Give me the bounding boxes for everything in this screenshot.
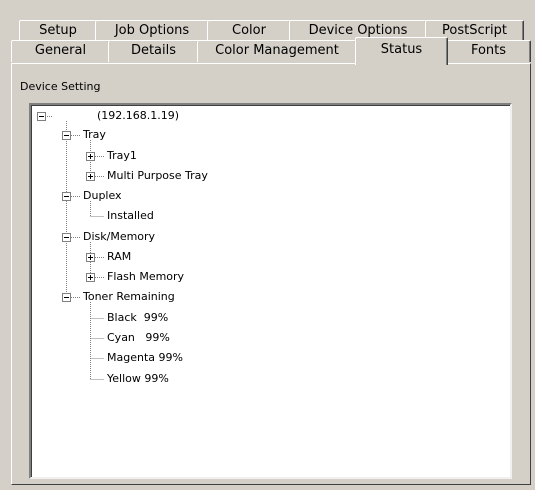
tree-node-toner-magenta[interactable]: Magenta 99% (107, 351, 183, 365)
tree-node-flash-memory[interactable]: Flash Memory (107, 270, 184, 284)
tree-node-tray[interactable]: Tray (83, 128, 106, 142)
minus-box-icon[interactable] (62, 192, 71, 201)
device-setting-label: Device Setting (20, 80, 101, 93)
tree-node-ram[interactable]: RAM (107, 250, 131, 264)
tree-node-toner-remaining[interactable]: Toner Remaining (83, 290, 175, 304)
minus-box-icon[interactable] (62, 293, 71, 302)
tab-details[interactable]: Details (108, 40, 199, 62)
tab-color-management[interactable]: Color Management (197, 40, 357, 62)
plus-box-icon[interactable] (86, 152, 95, 161)
tree-node-toner-yellow[interactable]: Yellow 99% (107, 372, 169, 386)
plus-box-icon[interactable] (86, 273, 95, 282)
printer-properties-dialog: Setup Job Options Color Device Options P… (0, 0, 535, 490)
tab-setup[interactable]: Setup (19, 20, 97, 41)
tree-node-root[interactable]: (192.168.1.19) (97, 109, 179, 123)
tab-status[interactable]: Status (355, 37, 448, 65)
tree-node-toner-cyan[interactable]: Cyan 99% (107, 331, 170, 345)
tree-node-duplex[interactable]: Duplex (83, 189, 122, 203)
tab-fonts[interactable]: Fonts (446, 40, 531, 62)
tab-job-options[interactable]: Job Options (95, 20, 209, 41)
plus-box-icon[interactable] (86, 253, 95, 262)
tree-node-toner-black[interactable]: Black 99% (107, 311, 168, 325)
tree-node-installed[interactable]: Installed (107, 209, 154, 223)
minus-box-icon[interactable] (62, 233, 71, 242)
minus-box-icon[interactable] (37, 112, 46, 121)
tree-node-multi-purpose-tray[interactable]: Multi Purpose Tray (107, 169, 208, 183)
plus-box-icon[interactable] (86, 172, 95, 181)
tree-node-tray1[interactable]: Tray1 (107, 149, 137, 163)
tree-node-disk-memory[interactable]: Disk/Memory (83, 230, 155, 244)
tab-color[interactable]: Color (207, 20, 291, 41)
tab-general[interactable]: General (11, 40, 110, 62)
minus-box-icon[interactable] (62, 131, 71, 140)
